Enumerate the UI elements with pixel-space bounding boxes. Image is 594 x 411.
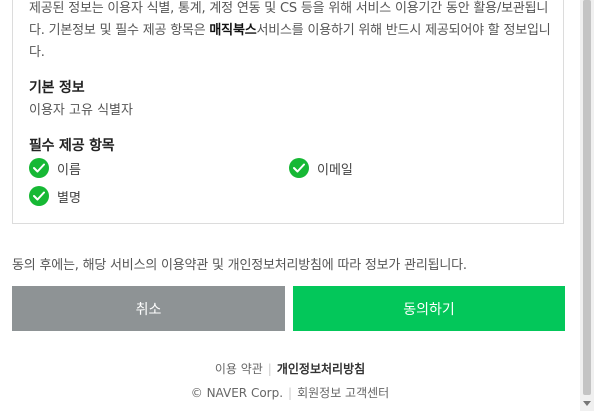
item-label: 이름 xyxy=(57,162,81,178)
required-item-nickname: 별명 xyxy=(29,186,81,206)
privacy-link[interactable]: 개인정보처리방침 xyxy=(277,362,365,376)
footer-copyright: © NAVER Corp. | 회원정보 고객센터 xyxy=(0,384,580,401)
consent-panel: 제공된 정보는 이용자 식별, 통계, 계정 연동 및 CS 등을 위해 서비스… xyxy=(12,0,564,224)
agree-button[interactable]: 동의하기 xyxy=(293,286,565,331)
required-item-email: 이메일 xyxy=(289,158,353,178)
check-icon xyxy=(29,186,49,206)
copyright-text: © NAVER Corp. xyxy=(190,386,284,400)
item-label: 이메일 xyxy=(317,162,353,178)
service-name: 매직북스 xyxy=(209,23,257,38)
cancel-button[interactable]: 취소 xyxy=(12,286,285,331)
consent-notice: 동의 후에는, 해당 서비스의 이용약관 및 개인정보처리방침에 따라 정보가 … xyxy=(12,258,467,273)
footer-divider: | xyxy=(288,386,293,400)
check-icon xyxy=(289,158,309,178)
scrollbar-thumb[interactable] xyxy=(583,0,591,395)
footer-links: 이용 약관 | 개인정보처리방침 xyxy=(0,360,580,377)
check-icon xyxy=(29,158,49,178)
required-item-name: 이름 xyxy=(29,158,81,178)
scroll-down-arrow-icon[interactable] xyxy=(580,397,594,411)
item-label: 별명 xyxy=(57,190,81,206)
basic-info-title: 기본 정보 xyxy=(29,80,85,96)
basic-info-text: 이용자 고유 식별자 xyxy=(29,103,133,118)
footer-divider: | xyxy=(267,362,272,376)
terms-link[interactable]: 이용 약관 xyxy=(215,362,263,376)
scrollbar[interactable] xyxy=(580,0,594,411)
required-items-title: 필수 제공 항목 xyxy=(29,138,115,154)
help-center-link[interactable]: 회원정보 고객센터 xyxy=(297,386,389,400)
intro-text: 제공된 정보는 이용자 식별, 통계, 계정 연동 및 CS 등을 위해 서비스… xyxy=(29,0,559,64)
